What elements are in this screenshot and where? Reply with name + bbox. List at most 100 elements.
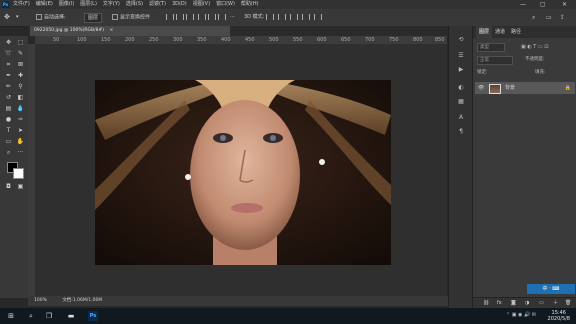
more-options-button[interactable]: ··· xyxy=(230,14,235,21)
lasso-tool-icon[interactable]: ➰ xyxy=(4,49,13,58)
menu-type[interactable]: 文字(Y) xyxy=(103,0,120,9)
tab-layers[interactable]: 图层 xyxy=(476,26,493,38)
swatches-panel-icon[interactable]: ▦ xyxy=(457,98,465,106)
document-tab[interactable]: 0922050.jpg @ 100%(RGB/8#) × xyxy=(30,26,230,36)
transform-controls-checkbox[interactable]: 显示变换控件 xyxy=(112,14,150,22)
clone-stamp-tool-icon[interactable]: ⚲ xyxy=(16,82,25,91)
visibility-eye-icon[interactable]: 👁 xyxy=(478,82,484,94)
layer-select-dropdown[interactable]: 图层 xyxy=(84,13,103,23)
file-explorer-icon[interactable]: ▬ xyxy=(66,311,76,321)
ruler-tick: 700 xyxy=(365,37,375,43)
add-mask-icon[interactable]: ◙ xyxy=(511,298,516,308)
photoshop-taskbar-icon[interactable]: Ps xyxy=(88,311,98,321)
align-middle-icon[interactable] xyxy=(208,14,216,20)
screen-mode-icon[interactable]: ▣ xyxy=(16,182,25,191)
windows-start-icon[interactable]: ⊞ xyxy=(6,311,16,321)
history-panel-icon[interactable]: ⟲ xyxy=(457,36,465,44)
hand-tool-icon[interactable]: ✋ xyxy=(16,137,25,146)
ruler-tick: 550 xyxy=(293,37,303,43)
minimize-button[interactable]: — xyxy=(520,0,526,9)
healing-brush-tool-icon[interactable]: ✚ xyxy=(16,71,25,80)
path-select-tool-icon[interactable]: ➤ xyxy=(16,126,25,135)
menu-image[interactable]: 图像(I) xyxy=(59,0,74,9)
eyedropper-tool-icon[interactable]: ✒ xyxy=(4,71,13,80)
align-top-icon[interactable] xyxy=(198,14,206,20)
layer-name[interactable]: 背景 xyxy=(505,82,515,94)
3d-orbit-icon[interactable] xyxy=(266,14,274,20)
task-view-icon[interactable]: ❐ xyxy=(44,311,54,321)
align-right-icon[interactable] xyxy=(186,14,194,20)
background-color-swatch[interactable] xyxy=(13,168,24,179)
marquee-tool-icon[interactable]: ⬚ xyxy=(16,38,25,47)
type-tool-icon[interactable]: T xyxy=(4,126,13,135)
menu-file[interactable]: 文件(F) xyxy=(13,0,30,9)
close-window-button[interactable]: ✕ xyxy=(562,0,567,9)
zoom-level[interactable]: 100% xyxy=(34,298,47,303)
kind-filter-select[interactable]: 类型 xyxy=(477,43,505,52)
document-info[interactable]: 文档:1.06M/1.06M xyxy=(62,298,102,303)
tool-preset-chevron-icon[interactable]: ▾ xyxy=(16,14,19,21)
dodge-tool-icon[interactable]: ● xyxy=(4,115,13,124)
frame-tool-icon[interactable]: ⊠ xyxy=(16,60,25,69)
new-group-icon[interactable]: ▭ xyxy=(539,298,544,308)
blur-tool-icon[interactable]: 💧 xyxy=(16,104,25,113)
share-icon[interactable]: ⇪ xyxy=(560,14,565,21)
menu-edit[interactable]: 编辑(E) xyxy=(36,0,53,9)
layer-row-background[interactable]: 👁 背景 🔒 xyxy=(475,82,575,94)
menu-help[interactable]: 帮助(H) xyxy=(241,0,259,9)
3d-scale-icon[interactable] xyxy=(314,14,322,20)
move-tool-icon[interactable]: ✥ xyxy=(4,38,13,47)
gradient-tool-icon[interactable]: ▤ xyxy=(4,104,13,113)
align-left-icon[interactable] xyxy=(166,14,174,20)
history-brush-tool-icon[interactable]: ↺ xyxy=(4,93,13,102)
link-layers-icon[interactable]: ⛓ xyxy=(483,298,489,308)
portrait-photo xyxy=(95,80,391,265)
quick-select-tool-icon[interactable]: ✎ xyxy=(16,49,25,58)
ime-indicator[interactable]: 中 ‧ ⌨ xyxy=(527,284,575,294)
color-panel-icon[interactable]: ◐ xyxy=(457,84,465,92)
delete-layer-icon[interactable]: 🗑 xyxy=(565,298,571,308)
adjustment-layer-icon[interactable]: ◑ xyxy=(525,298,529,308)
document-image[interactable] xyxy=(95,80,391,265)
layer-style-icon[interactable]: fx xyxy=(497,298,502,308)
ruler-tick: 300 xyxy=(173,37,183,43)
brush-tool-icon[interactable]: ✏ xyxy=(4,82,13,91)
menu-3d[interactable]: 3D(D) xyxy=(172,0,187,9)
menu-window[interactable]: 窗口(W) xyxy=(216,0,235,9)
workspace-icon[interactable]: ▭ xyxy=(546,14,552,21)
eraser-tool-icon[interactable]: ◧ xyxy=(16,93,25,102)
3d-pan-icon[interactable] xyxy=(290,14,298,20)
actions-panel-icon[interactable]: ▶ xyxy=(457,66,465,74)
menu-layer[interactable]: 图层(L) xyxy=(80,0,97,9)
pen-tool-icon[interactable]: ✑ xyxy=(16,115,25,124)
paragraph-panel-icon[interactable]: ¶ xyxy=(457,128,465,136)
search-icon[interactable]: ⌕ xyxy=(26,311,36,321)
menu-filter[interactable]: 滤镜(T) xyxy=(149,0,166,9)
options-bar: ✥ ▾ 自动选择: 图层 显示变换控件 ··· 3D 模式: ⌕ ▭ ⇪ xyxy=(0,9,576,27)
system-tray-icons[interactable]: ⌃ ▣ ◉ 🔊 ✉ xyxy=(506,312,536,318)
taskbar-clock[interactable]: 15:46 2020/5/8 xyxy=(548,310,570,322)
maximize-button[interactable]: ▢ xyxy=(540,0,546,9)
move-tool-icon[interactable]: ✥ xyxy=(4,14,10,21)
blend-mode-select[interactable]: 正常 xyxy=(477,56,513,65)
align-bottom-icon[interactable] xyxy=(218,14,226,20)
ruler-tick: 850 xyxy=(435,37,445,43)
menu-view[interactable]: 视图(V) xyxy=(193,0,210,9)
3d-roll-icon[interactable] xyxy=(278,14,286,20)
shape-tool-icon[interactable]: ▭ xyxy=(4,137,13,146)
new-layer-icon[interactable]: ＋ xyxy=(553,298,558,308)
zoom-tool-icon[interactable]: ⌕ xyxy=(4,148,13,157)
tab-paths[interactable]: 路径 xyxy=(511,26,521,38)
auto-select-checkbox[interactable]: 自动选择: xyxy=(36,14,66,22)
properties-panel-icon[interactable]: ☰ xyxy=(457,52,465,60)
crop-tool-icon[interactable]: ⌗ xyxy=(4,60,13,69)
close-tab-icon[interactable]: × xyxy=(109,28,113,33)
menu-select[interactable]: 选择(S) xyxy=(126,0,143,9)
search-icon[interactable]: ⌕ xyxy=(532,14,535,21)
3d-slide-icon[interactable] xyxy=(302,14,310,20)
align-center-icon[interactable] xyxy=(176,14,184,20)
character-panel-icon[interactable]: A xyxy=(457,114,465,122)
tab-channels[interactable]: 通道 xyxy=(495,26,505,38)
quick-mask-icon[interactable]: ◘ xyxy=(4,182,13,191)
more-tools-icon[interactable]: ··· xyxy=(16,148,25,157)
